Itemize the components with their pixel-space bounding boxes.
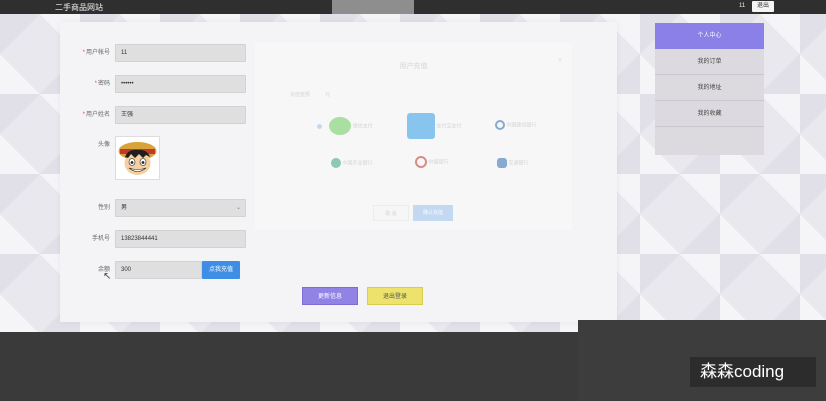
gender-value: 男 bbox=[121, 205, 128, 211]
required-mark: * bbox=[94, 81, 97, 87]
top-nav-bar: 二手商品网站 11 退出 bbox=[0, 0, 826, 14]
required-mark: * bbox=[82, 50, 85, 56]
alipay-icon bbox=[407, 113, 435, 139]
gender-label: 性别 bbox=[97, 205, 110, 211]
sidebar-item-my-address[interactable]: 我的地址 bbox=[655, 75, 764, 101]
exit-login-button[interactable]: 退出登录 bbox=[367, 287, 423, 305]
avatar-label: 头像 bbox=[97, 142, 110, 148]
boc-bank-icon bbox=[415, 156, 427, 168]
password-label: 密码 bbox=[97, 81, 110, 87]
ccb-bank-icon bbox=[495, 120, 505, 130]
close-icon[interactable]: × bbox=[558, 57, 562, 64]
password-input[interactable]: •••••• bbox=[115, 75, 246, 93]
pay-option-boc[interactable]: 中国银行 bbox=[415, 156, 448, 168]
watermark: 森森coding bbox=[690, 357, 816, 387]
recharge-modal: 用户充值 × 充值金额 元 微信支付 支付宝支付 中国建设银行 中国农业银行 中… bbox=[255, 43, 572, 230]
user-sidebar: 个人中心 我的订单 我的地址 我的收藏 bbox=[655, 23, 764, 155]
pay-option-abc[interactable]: 中国农业银行 bbox=[331, 158, 372, 168]
phone-input[interactable]: 13823844441 bbox=[115, 230, 246, 248]
pay-option-wechat[interactable]: 微信支付 bbox=[317, 117, 373, 135]
pay-option-bocom[interactable]: 交通银行 bbox=[497, 158, 528, 168]
avatar-upload[interactable] bbox=[115, 136, 160, 180]
chevron-down-icon: ⌄ bbox=[235, 205, 241, 211]
update-info-button[interactable]: 更新信息 bbox=[302, 287, 358, 305]
name-input[interactable]: 王强 bbox=[115, 106, 246, 124]
phone-label: 手机号 bbox=[91, 236, 110, 242]
radio-icon bbox=[317, 123, 322, 129]
amount-unit[interactable]: 元 bbox=[325, 91, 330, 98]
required-mark: * bbox=[82, 112, 85, 118]
sidebar-filler bbox=[655, 127, 764, 155]
modal-title: 用户充值 bbox=[399, 63, 428, 70]
top-logout-button[interactable]: 退出 bbox=[752, 1, 774, 12]
sidebar-item-my-favorites[interactable]: 我的收藏 bbox=[655, 101, 764, 127]
amount-label: 充值金额 bbox=[290, 92, 311, 98]
balance-input[interactable]: 300 bbox=[115, 261, 202, 279]
abc-bank-icon bbox=[331, 158, 341, 168]
mouse-cursor-icon: ↖ bbox=[103, 271, 112, 282]
sidebar-item-personal-center[interactable]: 个人中心 bbox=[655, 23, 764, 49]
gender-select[interactable]: 男 ⌄ bbox=[115, 199, 246, 217]
modal-cancel-button[interactable]: 取 消 bbox=[373, 205, 409, 221]
name-label: 用户姓名 bbox=[85, 112, 110, 118]
current-user[interactable]: 11 bbox=[739, 3, 745, 9]
account-label: 用户帐号 bbox=[85, 50, 110, 56]
avatar-icon bbox=[118, 142, 157, 175]
pay-option-alipay[interactable]: 支付宝支付 bbox=[407, 113, 461, 139]
wechat-pay-icon bbox=[329, 117, 352, 135]
pay-option-ccb[interactable]: 中国建设银行 bbox=[495, 120, 536, 130]
modal-confirm-button[interactable]: 确认充值 bbox=[413, 205, 453, 221]
account-input[interactable]: 11 bbox=[115, 44, 246, 62]
site-title[interactable]: 二手商品网站 bbox=[55, 2, 103, 13]
top-nav-active-tab[interactable] bbox=[332, 0, 414, 14]
sidebar-item-my-orders[interactable]: 我的订单 bbox=[655, 49, 764, 75]
recharge-button[interactable]: 点我充值 bbox=[202, 261, 240, 279]
bocom-bank-icon bbox=[497, 158, 507, 168]
